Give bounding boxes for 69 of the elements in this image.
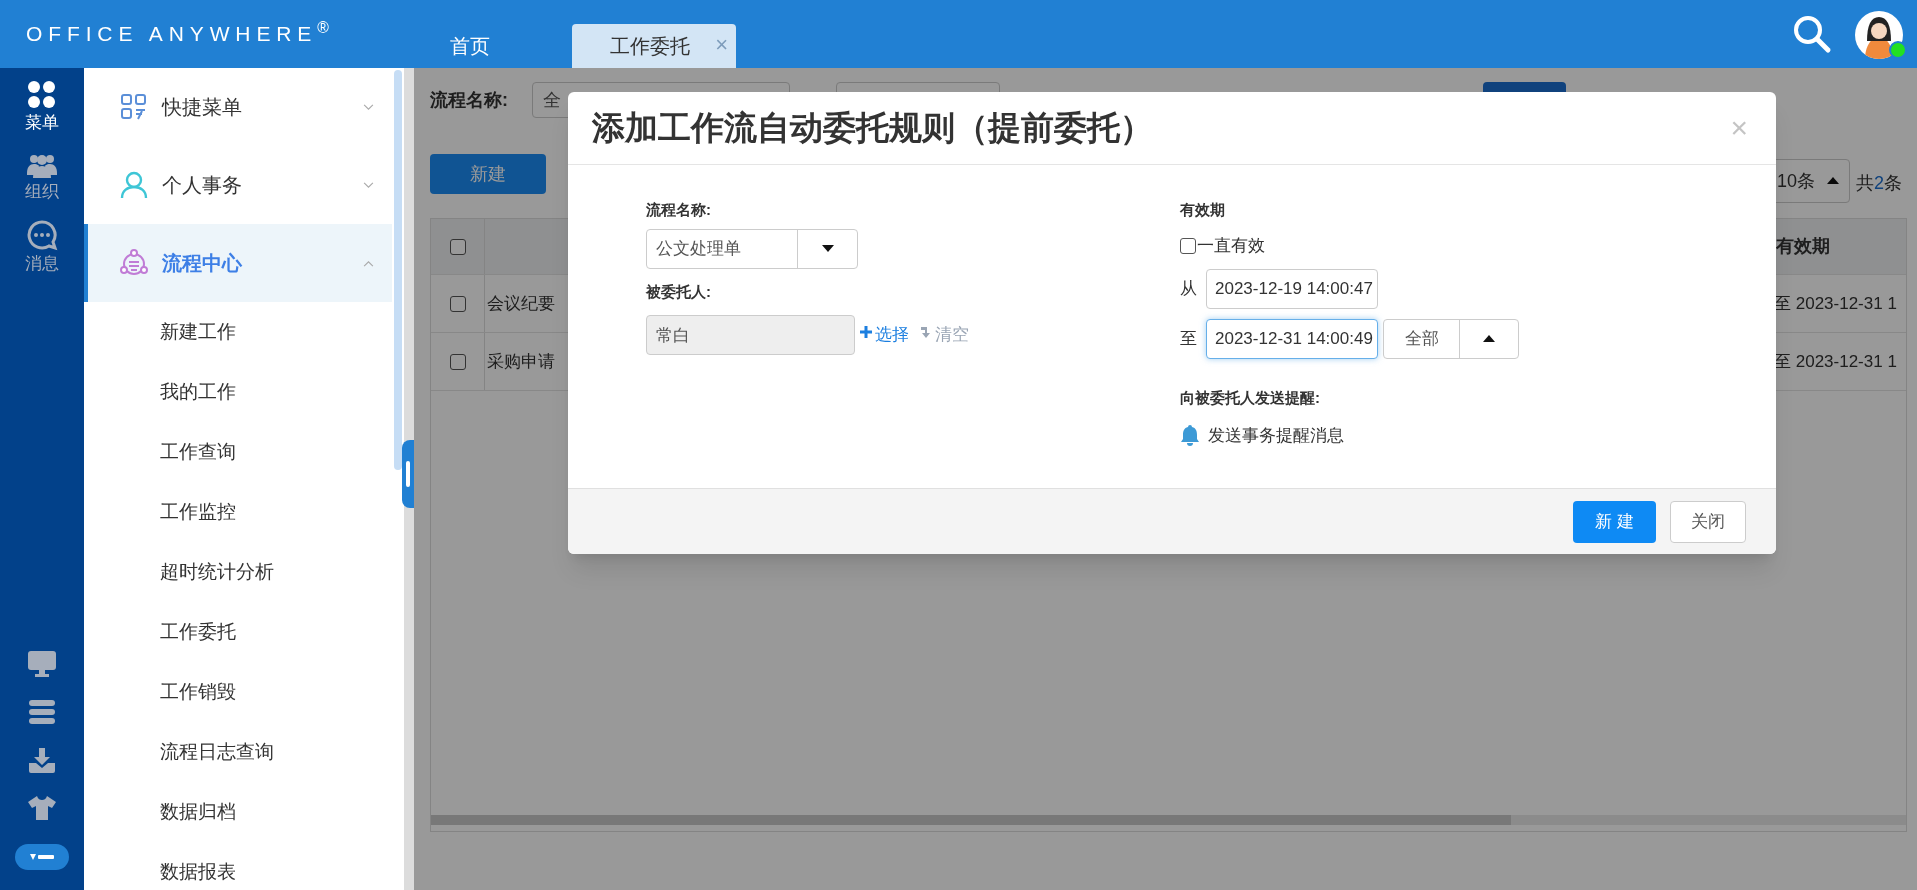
menu-item[interactable]: 数据归档 — [160, 797, 236, 827]
menu-item[interactable]: 新建工作 — [160, 317, 236, 347]
chevron-down-icon — [363, 181, 374, 189]
checkbox-label[interactable]: 一直有效 — [1180, 233, 1265, 259]
menu-section[interactable]: 流程中心 — [84, 224, 392, 302]
menu-item[interactable]: 工作查询 — [160, 437, 236, 467]
rail-item[interactable]: 组织 — [0, 142, 84, 212]
checkbox[interactable] — [449, 353, 466, 370]
monitor-icon[interactable] — [27, 650, 57, 678]
table-cell-text: 至 2023-12-31 1 — [1774, 292, 1897, 315]
table-cell-text: 会议纪要 — [487, 292, 555, 315]
menu-item[interactable]: 工作销毁 — [160, 677, 236, 707]
menu-item[interactable]: 流程日志查询 — [160, 737, 274, 767]
reminder-option[interactable]: 发送事务提醒消息 — [1208, 422, 1344, 448]
pager-total: 共2条 — [1856, 172, 1902, 195]
splitter-bar[interactable] — [404, 68, 414, 890]
apps-icon — [27, 79, 57, 110]
range-select[interactable]: 全部 — [1383, 318, 1519, 359]
field-label: 向被委托人发送提醒: — [1180, 387, 1320, 408]
download-icon[interactable] — [28, 747, 56, 773]
tab[interactable]: 工作委托 × — [572, 24, 736, 68]
caret-up-icon — [1483, 334, 1495, 343]
select-field[interactable]: 公文处理单 — [646, 229, 858, 269]
server-icon[interactable] — [28, 699, 56, 725]
close-button[interactable]: 关闭 — [1670, 500, 1746, 543]
scrollbar-thumb[interactable] — [431, 815, 1511, 825]
chevron-down-icon — [363, 103, 374, 111]
checkbox[interactable] — [449, 295, 466, 312]
date-field[interactable]: 2023-12-31 14:00:49 — [1206, 318, 1378, 359]
rail-item[interactable]: 菜单 — [0, 72, 84, 142]
chevron-up-icon — [363, 259, 374, 267]
arrow-icon — [919, 325, 933, 339]
flow-icon — [120, 249, 148, 277]
create-button[interactable]: 新 建 — [1573, 500, 1656, 543]
date-field[interactable]: 2023-12-19 14:00:47 — [1206, 268, 1378, 309]
menu-item[interactable]: 超时统计分析 — [160, 557, 274, 587]
toggle-icon — [30, 853, 54, 861]
field-label: 被委托人: — [646, 282, 711, 302]
checkbox[interactable] — [449, 238, 466, 255]
scrollbar-thumb[interactable] — [394, 70, 402, 470]
menu-item[interactable]: 工作监控 — [160, 497, 236, 527]
search-icon[interactable] — [1792, 14, 1832, 54]
avatar[interactable] — [1855, 11, 1903, 59]
checkbox[interactable] — [1180, 237, 1196, 254]
toggle-button[interactable] — [15, 844, 69, 870]
field-label: 有效期 — [1180, 200, 1225, 220]
menu-item[interactable]: 工作委托 — [160, 617, 236, 647]
table-cell-text: 采购申请 — [487, 350, 555, 373]
bell-icon — [1180, 424, 1200, 447]
grid-icon — [120, 93, 148, 121]
rail-item[interactable]: 消息 — [0, 212, 84, 282]
field-label: 至 — [1180, 327, 1198, 350]
menu-item[interactable]: 数据报表 — [160, 857, 236, 887]
caret-down-icon — [821, 245, 834, 253]
tab[interactable]: 首页 — [420, 24, 520, 68]
chat-icon — [26, 218, 58, 251]
column-header: 有效期 — [1776, 235, 1830, 258]
app-logo: OFFICE ANYWHERE$^{®}$ — [26, 18, 335, 47]
shirt-icon[interactable] — [27, 795, 57, 821]
person-icon — [120, 171, 148, 199]
caret-up-icon — [1827, 177, 1840, 185]
plus-icon — [859, 325, 873, 339]
field-label: 从 — [1180, 277, 1198, 300]
collapse-handle[interactable] — [402, 440, 414, 508]
dialog-title: 添加工作流自动委托规则（提前委托） — [592, 108, 1154, 149]
field-label: 流程名称: — [646, 200, 711, 220]
table-cell-text: 至 2023-12-31 1 — [1774, 350, 1897, 373]
menu-item[interactable]: 我的工作 — [160, 377, 236, 407]
filter-label: 流程名称: — [430, 88, 509, 112]
